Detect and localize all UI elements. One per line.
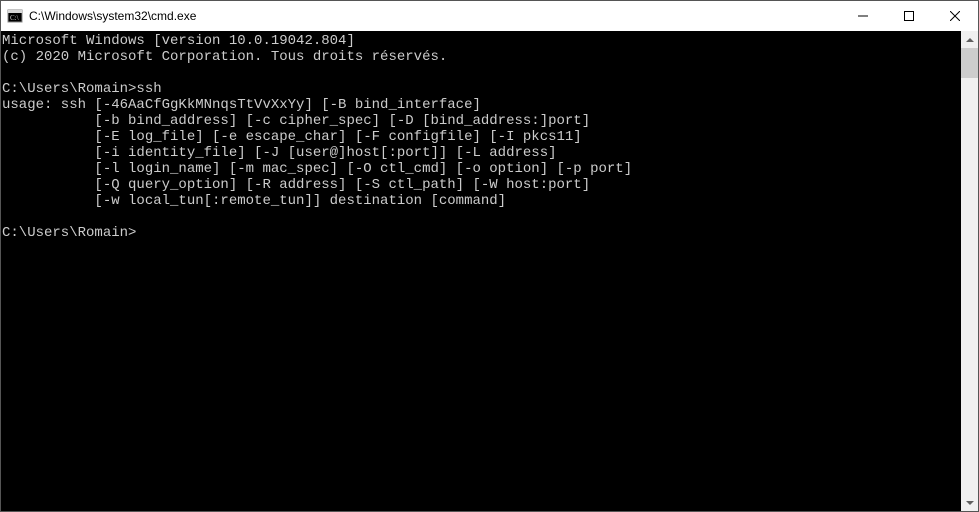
- titlebar[interactable]: C:\ C:\Windows\system32\cmd.exe: [1, 1, 978, 31]
- svg-text:C:\: C:\: [10, 14, 19, 22]
- close-button[interactable]: [932, 1, 978, 31]
- cmd-window: C:\ C:\Windows\system32\cmd.exe Microsof…: [0, 0, 979, 512]
- window-title: C:\Windows\system32\cmd.exe: [29, 9, 840, 23]
- client-area: Microsoft Windows [version 10.0.19042.80…: [1, 31, 978, 511]
- maximize-button[interactable]: [886, 1, 932, 31]
- minimize-button[interactable]: [840, 1, 886, 31]
- terminal-output[interactable]: Microsoft Windows [version 10.0.19042.80…: [1, 31, 961, 511]
- vertical-scrollbar[interactable]: [961, 31, 978, 511]
- scroll-down-arrow[interactable]: [961, 494, 978, 511]
- scroll-thumb[interactable]: [961, 48, 978, 78]
- cmd-icon: C:\: [7, 8, 23, 24]
- window-controls: [840, 1, 978, 31]
- scroll-up-arrow[interactable]: [961, 31, 978, 48]
